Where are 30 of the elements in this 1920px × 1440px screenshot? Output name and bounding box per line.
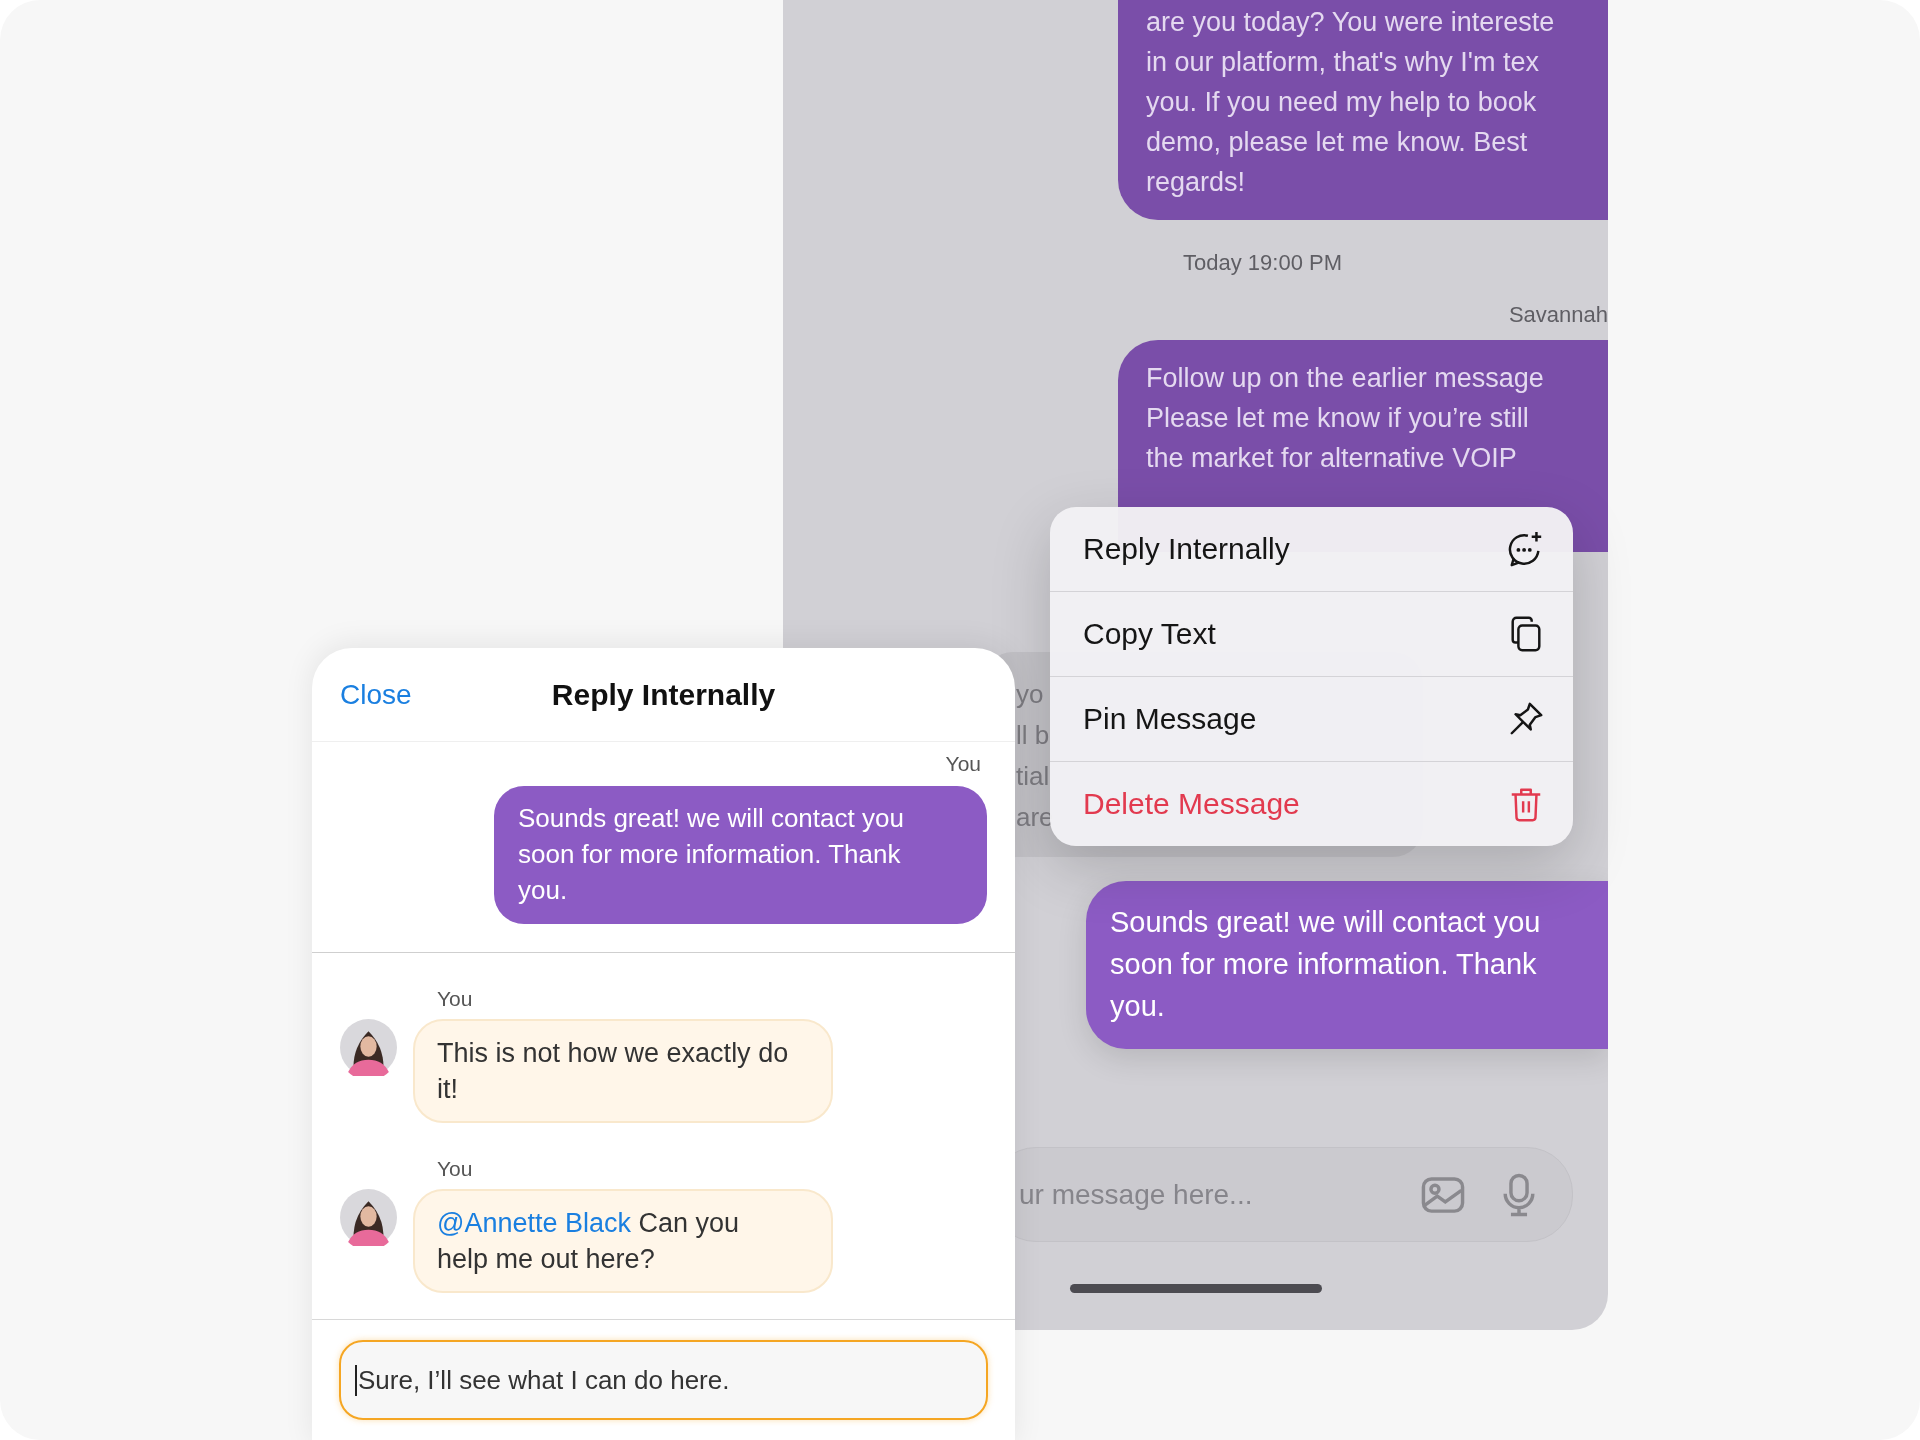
menu-item[interactable]: Pin Message (1050, 677, 1573, 762)
message-line: tial (1016, 760, 1050, 793)
mention-link[interactable]: @Annette Black (437, 1208, 631, 1238)
comment-text: This is not how we exactly do it! (437, 1038, 789, 1104)
close-button[interactable]: Close (340, 678, 412, 711)
menu-item[interactable]: Reply Internally (1050, 507, 1573, 592)
panel-title: Reply Internally (551, 677, 776, 712)
comment-text: @Annette Black Can you help me out here? (437, 1208, 740, 1274)
reply-input-field[interactable]: Sure, I’ll see what I can do here. (339, 1340, 988, 1420)
message-line: are you today? You were intereste (1146, 6, 1555, 39)
message-text: Sounds great! we will contact you soon for more information. Thank you. (1110, 906, 1541, 1022)
message-text: Sounds great! we will contact you soon for more information. Thank you. (518, 803, 904, 905)
message-line: Follow up on the earlier message (1146, 362, 1544, 395)
message-line: demo, please let me know. Best (1146, 126, 1528, 159)
sender-name: You (437, 987, 474, 1011)
message-line: ll b (1016, 719, 1050, 752)
message-line: yo (1016, 678, 1044, 711)
message-line: in our platform, that's why I'm tex (1146, 46, 1539, 79)
sender-name: Savannah (1508, 302, 1608, 328)
avatar (340, 1189, 397, 1246)
message-line: the market for alternative VOIP (1146, 442, 1517, 475)
sender-name: You (945, 752, 981, 776)
sender-name: You (437, 1157, 474, 1181)
message-line: Please let me know if you’re still (1146, 402, 1529, 435)
timestamp: Today 19:00 PM (1183, 250, 1343, 276)
input-placeholder: ur message here... (1019, 1178, 1254, 1211)
avatar (340, 1019, 397, 1076)
menu-item[interactable]: Copy Text (1050, 592, 1573, 677)
message-line: regards! (1146, 166, 1246, 199)
message-line: you. If you need my help to book (1146, 86, 1537, 119)
